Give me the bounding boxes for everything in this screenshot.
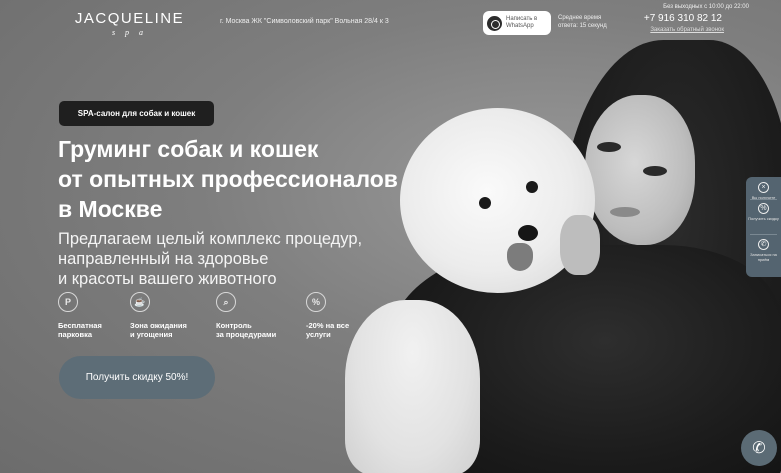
percent-icon: % <box>758 203 769 214</box>
call-button[interactable]: ✆ <box>741 430 777 466</box>
subtitle-line: направленный на здоровье <box>58 250 269 268</box>
close-icon: × <box>758 182 769 193</box>
title-line: в Москве <box>58 196 163 222</box>
phone-number[interactable]: +7 916 310 82 12 <box>639 13 722 24</box>
hero-photo-lips <box>610 207 640 217</box>
feature-discount: % -20% на все услуги <box>306 292 366 342</box>
hero-photo-hand <box>560 215 600 275</box>
feature-label: -20% на все услуги <box>306 321 350 339</box>
percent-icon: % <box>306 292 326 312</box>
phone-icon: ✆ <box>752 440 766 457</box>
phone-icon: ✆ <box>758 239 769 250</box>
side-item-discount[interactable]: % Получить скидку <box>746 203 781 221</box>
subtitle-line: и красоты вашего животного <box>58 270 277 288</box>
whatsapp-label: Написать в WhatsApp <box>506 16 538 29</box>
features-list: P Бесплатная парковка ☕ Зона ожидания и уг… <box>58 292 366 342</box>
hero-photo-dog-eye <box>526 181 538 193</box>
get-discount-button[interactable]: Получить скидку 50%! <box>59 356 215 399</box>
page-subtitle: Предлагаем целый комплекс процедур, напр… <box>58 229 388 289</box>
feature-waiting-zone: ☕ Зона ожидания и угощения <box>130 292 216 342</box>
whatsapp-icon <box>487 15 502 31</box>
subtitle-line: Предлагаем целый комплекс процедур, <box>58 230 363 248</box>
title-line: Груминг собак и кошек <box>58 136 319 162</box>
divider <box>750 199 777 200</box>
hero-photo-eye <box>643 166 667 176</box>
feature-label: Зона ожидания и угощения <box>130 321 187 339</box>
logo[interactable]: JACQUELINE s p a <box>72 10 187 37</box>
feature-parking: P Бесплатная парковка <box>58 292 130 342</box>
response-time: Среднее время ответа: 15 секунд <box>558 15 607 29</box>
feature-label: Контроль за процедурами <box>216 321 277 339</box>
divider <box>750 234 777 235</box>
hero-photo-eye <box>597 142 621 152</box>
hero-photo-dog-eye <box>479 197 491 209</box>
hero-photo-face <box>585 95 695 245</box>
logo-subtext: s p a <box>111 28 148 37</box>
side-item-appointment[interactable]: ✆ Записаться на приём <box>746 239 781 262</box>
waiting-zone-icon: ☕ <box>130 292 150 312</box>
callback-link[interactable]: Заказать обратный звонок <box>639 27 724 33</box>
category-badge: SPA-салон для собак и кошек <box>59 101 214 126</box>
hero-photo-dog-nose <box>518 225 538 241</box>
title-line: от опытных профессионалов <box>58 166 398 192</box>
page-title: Груминг собак и кошек от опытных професс… <box>58 134 438 224</box>
feature-label: Бесплатная парковка <box>58 321 102 339</box>
feature-control: ⌕ Контроль за процедурами <box>216 292 306 342</box>
parking-icon: P <box>58 292 78 312</box>
whatsapp-button[interactable]: Написать в WhatsApp <box>483 11 551 35</box>
hero-photo-dog-tongue <box>507 243 533 271</box>
magnifier-icon: ⌕ <box>216 292 236 312</box>
side-item-close[interactable]: × Вы получите <box>746 182 781 200</box>
logo-text: JACQUELINE <box>74 10 185 27</box>
address: г. Москва ЖК "Символовский парк" Вольная… <box>220 18 389 25</box>
working-hours: Без выходных с 10:00 до 22:00 <box>663 4 749 10</box>
side-widget: × Вы получите % Получить скидку ✆ Записа… <box>746 177 781 277</box>
